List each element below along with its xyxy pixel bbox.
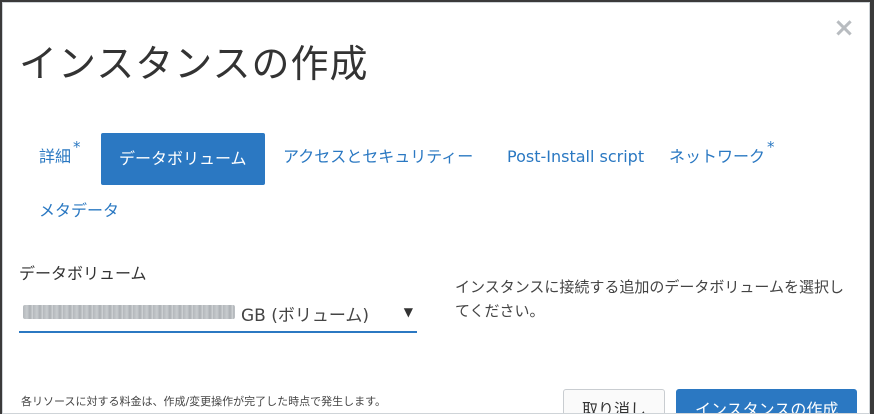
tab-data-volume[interactable]: データボリューム bbox=[101, 133, 265, 185]
tab-post-install-script-label: Post-Install script bbox=[507, 147, 645, 166]
tab-metadata-label: メタデータ bbox=[39, 201, 120, 220]
volume-select[interactable]: GB (ボリューム) ▼ bbox=[19, 293, 417, 333]
create-instance-dialog: × インスタンスの作成 詳細 * データボリューム アクセスとセキュリティー Po… bbox=[2, 2, 870, 414]
caret-down-icon: ▼ bbox=[403, 305, 413, 319]
tab-network-label: ネットワーク bbox=[669, 147, 766, 166]
dialog-title: インスタンスの作成 bbox=[19, 42, 369, 86]
tab-access-security[interactable]: アクセスとセキュリティー bbox=[283, 131, 473, 183]
tab-metadata[interactable]: メタデータ bbox=[39, 185, 119, 237]
volume-field-label: データボリューム bbox=[19, 264, 147, 283]
tab-post-install-script[interactable]: Post-Install script bbox=[507, 131, 644, 183]
required-marker: * bbox=[767, 138, 775, 156]
volume-help-text: インスタンスに接続する追加のデータボリュームを選択してください。 bbox=[455, 278, 844, 320]
tab-access-security-label: アクセスとセキュリティー bbox=[283, 147, 474, 166]
redacted-volume-name bbox=[23, 305, 235, 319]
create-instance-button[interactable]: インスタンスの作成 bbox=[676, 389, 858, 413]
required-marker: * bbox=[73, 138, 81, 156]
volume-select-value: GB (ボリューム) bbox=[241, 306, 369, 326]
cancel-button[interactable]: 取り消し bbox=[563, 389, 666, 413]
billing-note: 各リソースに対する料金は、作成/変更操作が完了した時点で発生します。 bbox=[21, 395, 387, 408]
tab-data-volume-label: データボリューム bbox=[119, 149, 247, 168]
tab-details-label: 詳細 bbox=[39, 147, 72, 166]
close-icon[interactable]: × bbox=[833, 15, 855, 41]
tab-network[interactable]: ネットワーク * bbox=[669, 131, 775, 183]
tab-details[interactable]: 詳細 * bbox=[39, 131, 81, 183]
